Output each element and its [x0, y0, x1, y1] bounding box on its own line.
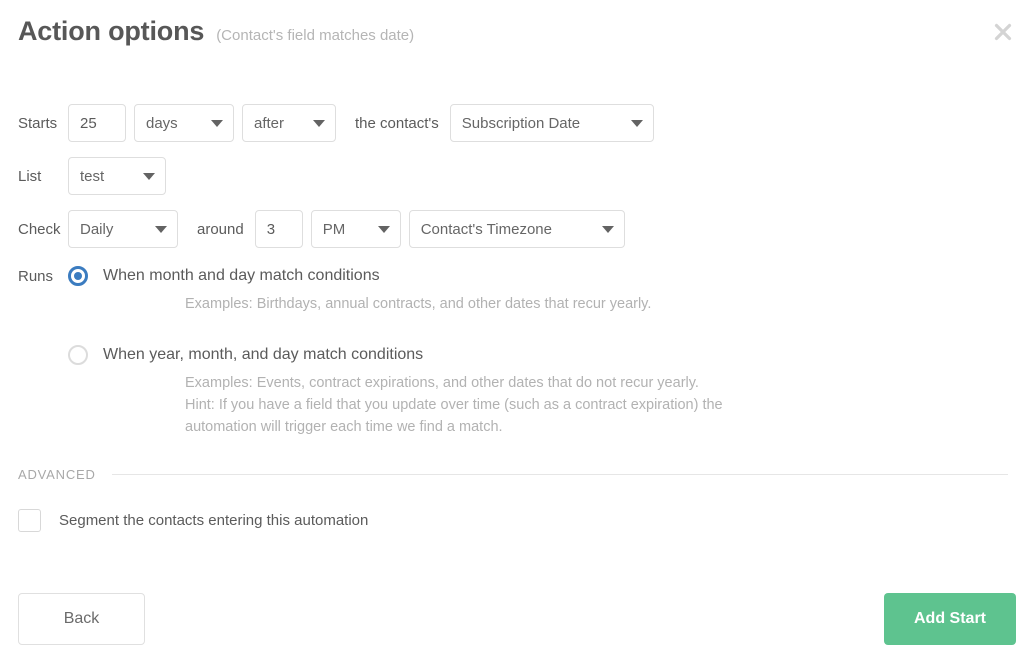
check-frequency-value: Daily: [80, 220, 114, 238]
check-hour-value: 3: [266, 220, 276, 238]
check-around-text: around: [197, 220, 244, 238]
runs-option-year-month-day[interactable]: When year, month, and day match conditio…: [68, 341, 1033, 369]
runs-row: Runs When month and day match conditions…: [0, 262, 1033, 438]
chevron-down-icon: [143, 172, 155, 180]
starts-amount-value: 25: [80, 114, 97, 132]
runs-label: Runs: [18, 268, 54, 285]
runs-radio-group: When month and day match conditions Exam…: [68, 262, 1033, 438]
starts-direction-select[interactable]: after: [242, 104, 336, 142]
starts-unit-value: days: [146, 114, 178, 132]
check-timezone-select[interactable]: Contact's Timezone: [408, 210, 625, 248]
chevron-down-icon: [630, 119, 643, 127]
check-label: Check: [18, 220, 61, 238]
runs-desc-line: Examples: Birthdays, annual contracts, a…: [185, 296, 652, 312]
chevron-down-icon: [377, 225, 390, 233]
runs-option-month-day[interactable]: When month and day match conditions: [68, 262, 1033, 290]
back-button[interactable]: Back: [18, 593, 145, 645]
starts-field-select[interactable]: Subscription Date: [449, 104, 654, 142]
check-timezone-value: Contact's Timezone: [420, 220, 552, 238]
check-row: Check Daily around 3 PM Contact's Timezo…: [0, 206, 1033, 252]
segment-contacts-row[interactable]: Segment the contacts entering this autom…: [18, 509, 368, 532]
runs-option-label: When year, month, and day match conditio…: [103, 346, 424, 363]
check-hour-input[interactable]: 3: [254, 210, 303, 248]
runs-desc-line: Hint: If you have a field that you updat…: [185, 397, 723, 413]
close-icon[interactable]: [987, 16, 1019, 48]
check-meridiem-select[interactable]: PM: [310, 210, 401, 248]
starts-row: Starts 25 days after the contact's Subsc…: [0, 100, 1033, 146]
starts-middle-text: the contact's: [355, 114, 439, 132]
title-wrap: Action options (Contact's field matches …: [18, 16, 414, 47]
segment-contacts-label: Segment the contacts entering this autom…: [59, 512, 369, 529]
advanced-label: ADVANCED: [18, 467, 96, 482]
chevron-down-icon: [313, 119, 325, 127]
list-label: List: [18, 167, 42, 185]
radio-unselected-icon[interactable]: [68, 345, 88, 365]
runs-option-label: When month and day match conditions: [103, 267, 380, 284]
list-select[interactable]: test: [68, 157, 166, 195]
check-frequency-select[interactable]: Daily: [68, 210, 178, 248]
check-meridiem-value: PM: [322, 220, 346, 238]
runs-desc-line: Examples: Events, contract expirations, …: [185, 375, 699, 391]
action-options-form: Starts 25 days after the contact's Subsc…: [0, 100, 1033, 438]
radio-selected-icon[interactable]: [68, 266, 88, 286]
page-title: Action options: [18, 16, 205, 46]
list-row: List test: [0, 153, 1033, 199]
advanced-divider: [111, 474, 1008, 475]
segment-contacts-checkbox[interactable]: [18, 509, 41, 532]
starts-unit-select[interactable]: days: [134, 104, 234, 142]
add-start-button[interactable]: Add Start: [884, 593, 1016, 645]
chevron-down-icon: [601, 225, 614, 233]
advanced-section-header: ADVANCED: [18, 467, 1008, 482]
runs-option-year-month-day-description: Examples: Events, contract expirations, …: [185, 372, 1033, 438]
list-value: test: [80, 167, 105, 185]
chevron-down-icon: [155, 225, 167, 233]
starts-amount-input[interactable]: 25: [68, 104, 126, 142]
page-subtitle: (Contact's field matches date): [216, 27, 415, 44]
starts-field-value: Subscription Date: [461, 114, 581, 132]
starts-direction-value: after: [254, 114, 285, 132]
starts-label: Starts: [18, 114, 58, 132]
radio-spacer: [68, 315, 1033, 341]
dialog-header: Action options (Contact's field matches …: [0, 0, 1033, 68]
chevron-down-icon: [211, 119, 223, 127]
runs-option-month-day-description: Examples: Birthdays, annual contracts, a…: [185, 293, 1033, 315]
runs-desc-line: automation will trigger each time we fin…: [185, 419, 503, 435]
